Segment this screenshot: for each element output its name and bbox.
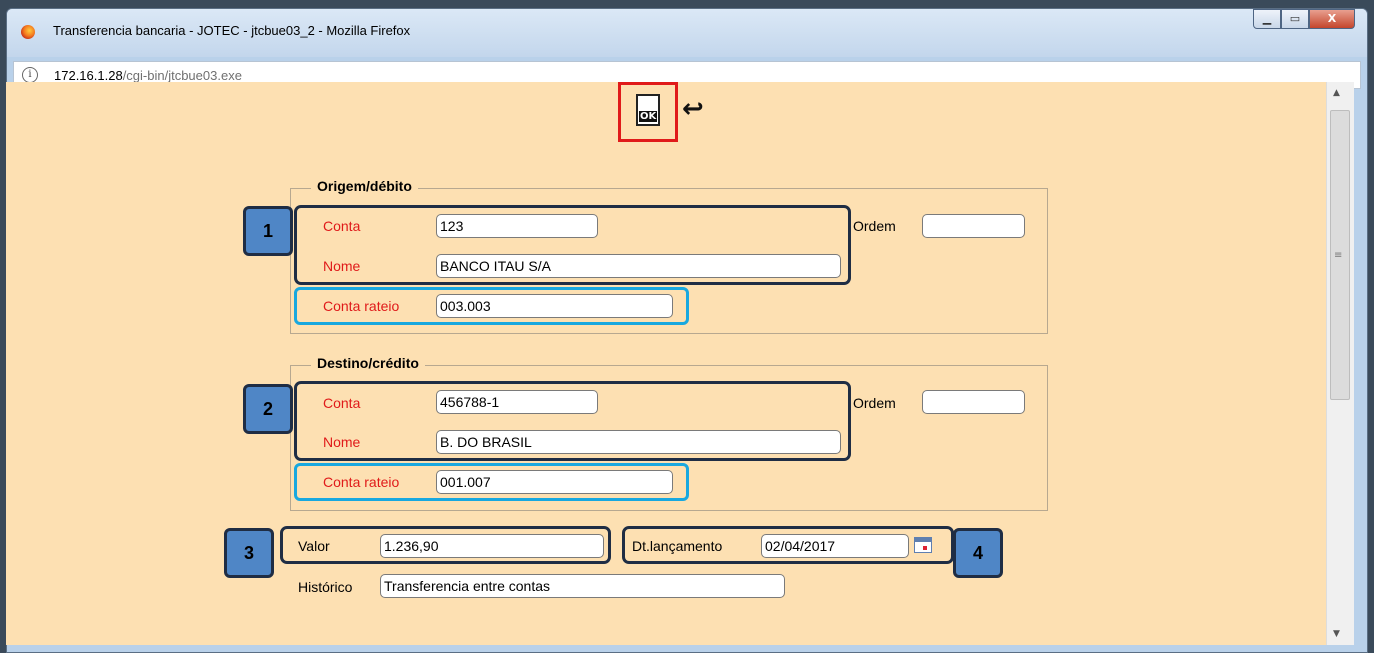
window-controls: ▁ ▭ X: [1253, 9, 1355, 29]
origem-legend: Origem/débito: [311, 178, 418, 194]
destino-nome-label: Nome: [323, 434, 361, 450]
ok-button[interactable]: OK: [618, 82, 678, 142]
destino-ordem-input[interactable]: [922, 390, 1025, 414]
badge-1: 1: [243, 206, 293, 256]
historico-input[interactable]: Transferencia entre contas: [380, 574, 785, 598]
maximize-button[interactable]: ▭: [1281, 9, 1309, 29]
origem-conta-label: Conta: [323, 218, 361, 234]
badge-4: 4: [953, 528, 1003, 578]
badge-3: 3: [224, 528, 274, 578]
firefox-icon: [21, 25, 35, 39]
url-path: /cgi-bin/jtcbue03.exe: [122, 68, 242, 83]
origem-nome-label: Nome: [323, 258, 361, 274]
scroll-down-arrow-icon[interactable]: ▼: [1333, 629, 1340, 639]
origem-rateio-input[interactable]: 003.003: [436, 294, 673, 318]
origem-ordem-label: Ordem: [853, 218, 896, 234]
badge-2: 2: [243, 384, 293, 434]
destino-ordem-label: Ordem: [853, 395, 896, 411]
ok-document-icon: OK: [636, 94, 660, 126]
page-content: OK ↩ Origem/débito Conta 123 Ordem Nome …: [6, 82, 1326, 645]
calendar-icon[interactable]: [914, 537, 932, 553]
scroll-up-arrow-icon[interactable]: ▲: [1333, 88, 1340, 98]
url-text[interactable]: 172.16.1.28/cgi-bin/jtcbue03.exe: [54, 68, 242, 83]
destino-rateio-label: Conta rateio: [323, 474, 400, 490]
close-button[interactable]: X: [1309, 9, 1355, 29]
back-arrow-icon[interactable]: ↩: [682, 94, 704, 124]
origem-rateio-label: Conta rateio: [323, 298, 400, 314]
historico-label: Histórico: [298, 579, 353, 595]
valor-input[interactable]: 1.236,90: [380, 534, 604, 558]
window-title: Transferencia bancaria - JOTEC - jtcbue0…: [53, 23, 411, 38]
destino-legend: Destino/crédito: [311, 355, 425, 371]
dt-lancamento-input[interactable]: 02/04/2017: [761, 534, 909, 558]
destino-conta-input[interactable]: 456788-1: [436, 390, 598, 414]
ok-label: OK: [639, 111, 658, 122]
origem-ordem-input[interactable]: [922, 214, 1025, 238]
scroll-grip-icon: ≡: [1334, 250, 1343, 261]
destino-rateio-input[interactable]: 001.007: [436, 470, 673, 494]
origem-conta-input[interactable]: 123: [436, 214, 598, 238]
valor-label: Valor: [298, 538, 330, 554]
destino-nome-input[interactable]: B. DO BRASIL: [436, 430, 841, 454]
minimize-button[interactable]: ▁: [1253, 9, 1281, 29]
origem-nome-input[interactable]: BANCO ITAU S/A: [436, 254, 841, 278]
url-host: 172.16.1.28: [54, 68, 123, 83]
vertical-scrollbar[interactable]: ▲ ≡ ▼: [1326, 82, 1354, 645]
info-icon[interactable]: i: [22, 67, 38, 83]
title-bar: Transferencia bancaria - JOTEC - jtcbue0…: [7, 9, 1367, 57]
dt-lancamento-label: Dt.lançamento: [632, 538, 723, 554]
destino-conta-label: Conta: [323, 395, 361, 411]
